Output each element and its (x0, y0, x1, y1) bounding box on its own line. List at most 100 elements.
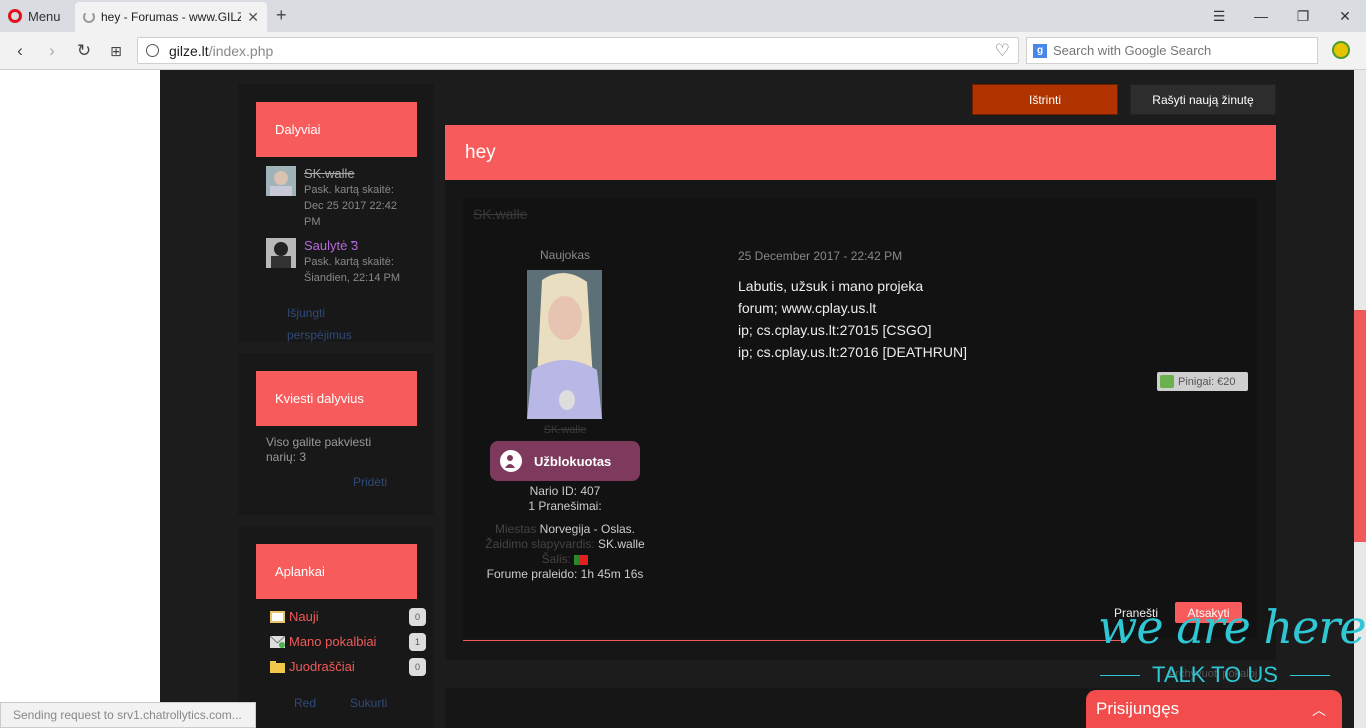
member-item[interactable]: SK.walle Pask. kartą skaitė: Dec 25 2017… (266, 166, 404, 230)
chat-login-label: Prisijungęs (1096, 699, 1180, 718)
minimize-icon[interactable]: — (1240, 0, 1282, 32)
author-avatar[interactable] (527, 270, 602, 419)
member-avatar (266, 238, 296, 268)
post-line: forum; www.cplay.us.lt (738, 300, 877, 316)
city-row: Miestas Norvegija - Oslas. (465, 522, 665, 536)
member-seen-label: Pask. kartą skaitė: (304, 184, 394, 196)
browser-tab[interactable]: hey - Forumas - www.GILZE ✕ (75, 2, 267, 32)
extension-icon[interactable] (1332, 41, 1350, 59)
close-window-icon[interactable]: ✕ (1324, 0, 1366, 32)
search-input[interactable] (1053, 43, 1303, 58)
country-label: Šalis: (541, 552, 571, 566)
game-nick-label: Žaidimo slapyvardis: (485, 537, 595, 551)
forward-icon[interactable]: › (40, 39, 64, 63)
url-path: /index.php (208, 42, 274, 59)
member-seen-label: Pask. kartą skaitė: (304, 256, 394, 268)
globe-icon (146, 44, 159, 57)
folder-count: 0 (409, 607, 426, 626)
time-spent: Forume praleido: 1h 45m 16s (486, 567, 644, 581)
folders-edit-link[interactable]: Red (294, 696, 316, 710)
web-page: Dalyviai SK.walle Pask. kartą skaitė: De… (0, 70, 1366, 728)
banned-user-icon (500, 450, 522, 472)
member-name[interactable]: SK.walle (304, 166, 404, 182)
topic-title: hey (445, 125, 1276, 180)
write-message-button[interactable]: Rašyti naują žinutę (1130, 84, 1276, 115)
folder-conversations[interactable]: Mano pokalbiai 1 (270, 632, 426, 651)
chat-tagline: we are here (1098, 600, 1366, 654)
chevron-up-icon[interactable]: ︿ (1312, 700, 1326, 720)
window-controls: ☰ — ❐ ✕ (1198, 0, 1366, 32)
game-nick-row: Žaidimo slapyvardis: SK.walle (465, 537, 665, 551)
address-bar-row: ‹ › ↻ ⊞ gilze.lt/index.php ♡ g (0, 32, 1366, 70)
url-host: gilze.lt (169, 42, 209, 59)
members-title: Dalyviai (256, 102, 417, 157)
banned-label: Užblokuotas (534, 453, 612, 469)
divider-line (1100, 674, 1141, 676)
folder-new[interactable]: Nauji 0 (270, 607, 426, 626)
url-input[interactable]: gilze.lt/index.php ♡ (137, 37, 1019, 64)
avatar-caption: SK.walle (543, 424, 587, 436)
invite-add-link[interactable]: Pridėti (353, 475, 387, 489)
city-value: Norvegija - Oslas. (539, 522, 636, 536)
member-seen-value: Dec 25 2017 22:42 PM (304, 200, 397, 228)
scrollbar-thumb[interactable] (1354, 310, 1366, 542)
delete-button[interactable]: Ištrinti (972, 84, 1118, 115)
folders-create-link[interactable]: Sukurti (350, 696, 387, 710)
opera-logo-icon (8, 9, 22, 23)
invite-text: Viso galite pakviesti narių: 3 (266, 435, 372, 464)
money-icon (1160, 375, 1174, 388)
member-avatar (266, 166, 296, 196)
folder-count: 1 (409, 632, 426, 651)
city-label: Miestas (494, 522, 537, 536)
chat-subtagline: TALK TO US (1100, 662, 1330, 688)
reload-icon[interactable]: ↻ (72, 39, 96, 63)
post-body: Labutis, užsuk i mano projeka forum; www… (738, 275, 1238, 363)
post-divider (463, 640, 1123, 641)
close-tab-icon[interactable]: ✕ (247, 9, 259, 26)
search-box[interactable]: g (1026, 37, 1318, 64)
chat-login-button[interactable]: Prisijungęs ︿ (1086, 690, 1342, 728)
folders-panel: Aplankai Nauji 0 Mano pokalbiai 1 Juodra… (238, 526, 434, 728)
folder-count: 0 (409, 657, 426, 676)
post-line: Labutis, užsuk i mano projeka (738, 278, 924, 294)
bookmark-heart-icon[interactable]: ♡ (995, 41, 1010, 61)
banned-badge: Užblokuotas (490, 441, 640, 481)
author-rank: Naujokas (539, 248, 591, 262)
restore-icon[interactable]: ❐ (1282, 0, 1324, 32)
post-date: 25 December 2017 - 22:42 PM (738, 249, 903, 263)
member-id: Nario ID: 407 (529, 484, 601, 498)
invite-panel: Kviesti dalyvius Viso galite pakviesti n… (238, 353, 434, 515)
folder-label: Nauji (289, 609, 319, 624)
tab-menu-icon[interactable]: ☰ (1198, 0, 1240, 32)
new-folder-icon (270, 610, 285, 623)
divider-line (1289, 674, 1330, 676)
loading-spinner-icon (83, 11, 95, 23)
folder-icon (270, 660, 285, 673)
post-line: ip; cs.cplay.us.lt:27016 [DEATHRUN] (738, 344, 968, 360)
posts-count: 1 Pranešimai: (528, 499, 602, 513)
folder-label: Mano pokalbiai (289, 634, 377, 649)
envelope-icon (270, 635, 285, 648)
country-row: Šalis: (465, 552, 665, 566)
folder-drafts[interactable]: Juodraščiai 0 (270, 657, 426, 676)
post-line: ip; cs.cplay.us.lt:27015 [CSGO] (738, 322, 932, 338)
disable-warnings-link[interactable]: Išjungti perspėjimus (287, 302, 367, 346)
member-item[interactable]: Saulytė ̃3 Pask. kartą skaitė: Šiandien,… (266, 238, 404, 286)
new-tab-icon[interactable]: + (276, 5, 287, 26)
speed-dial-icon[interactable]: ⊞ (104, 39, 128, 63)
tab-title: hey - Forumas - www.GILZE (101, 10, 242, 24)
portugal-flag-icon (574, 554, 589, 565)
back-icon[interactable]: ‹ (8, 39, 32, 63)
folder-label: Juodraščiai (289, 659, 355, 674)
member-seen-value: Šiandien, 22:14 PM (304, 272, 401, 284)
opera-menu-button[interactable]: Menu (8, 6, 61, 26)
folders-title: Aplankai (256, 544, 417, 599)
post-author-link[interactable]: SK.walle (473, 206, 527, 222)
menu-label: Menu (28, 8, 61, 24)
talk-to-us-label: TALK TO US (1152, 662, 1278, 687)
browser-status-bar: Sending request to srv1.chatrollytics.co… (0, 702, 256, 728)
invite-title: Kviesti dalyvius (256, 371, 417, 426)
browser-tab-bar: Menu hey - Forumas - www.GILZE ✕ + ☰ — ❐… (0, 0, 1366, 32)
members-panel: Dalyviai SK.walle Pask. kartą skaitė: De… (238, 84, 434, 342)
member-name[interactable]: Saulytė ̃3 (304, 238, 404, 254)
